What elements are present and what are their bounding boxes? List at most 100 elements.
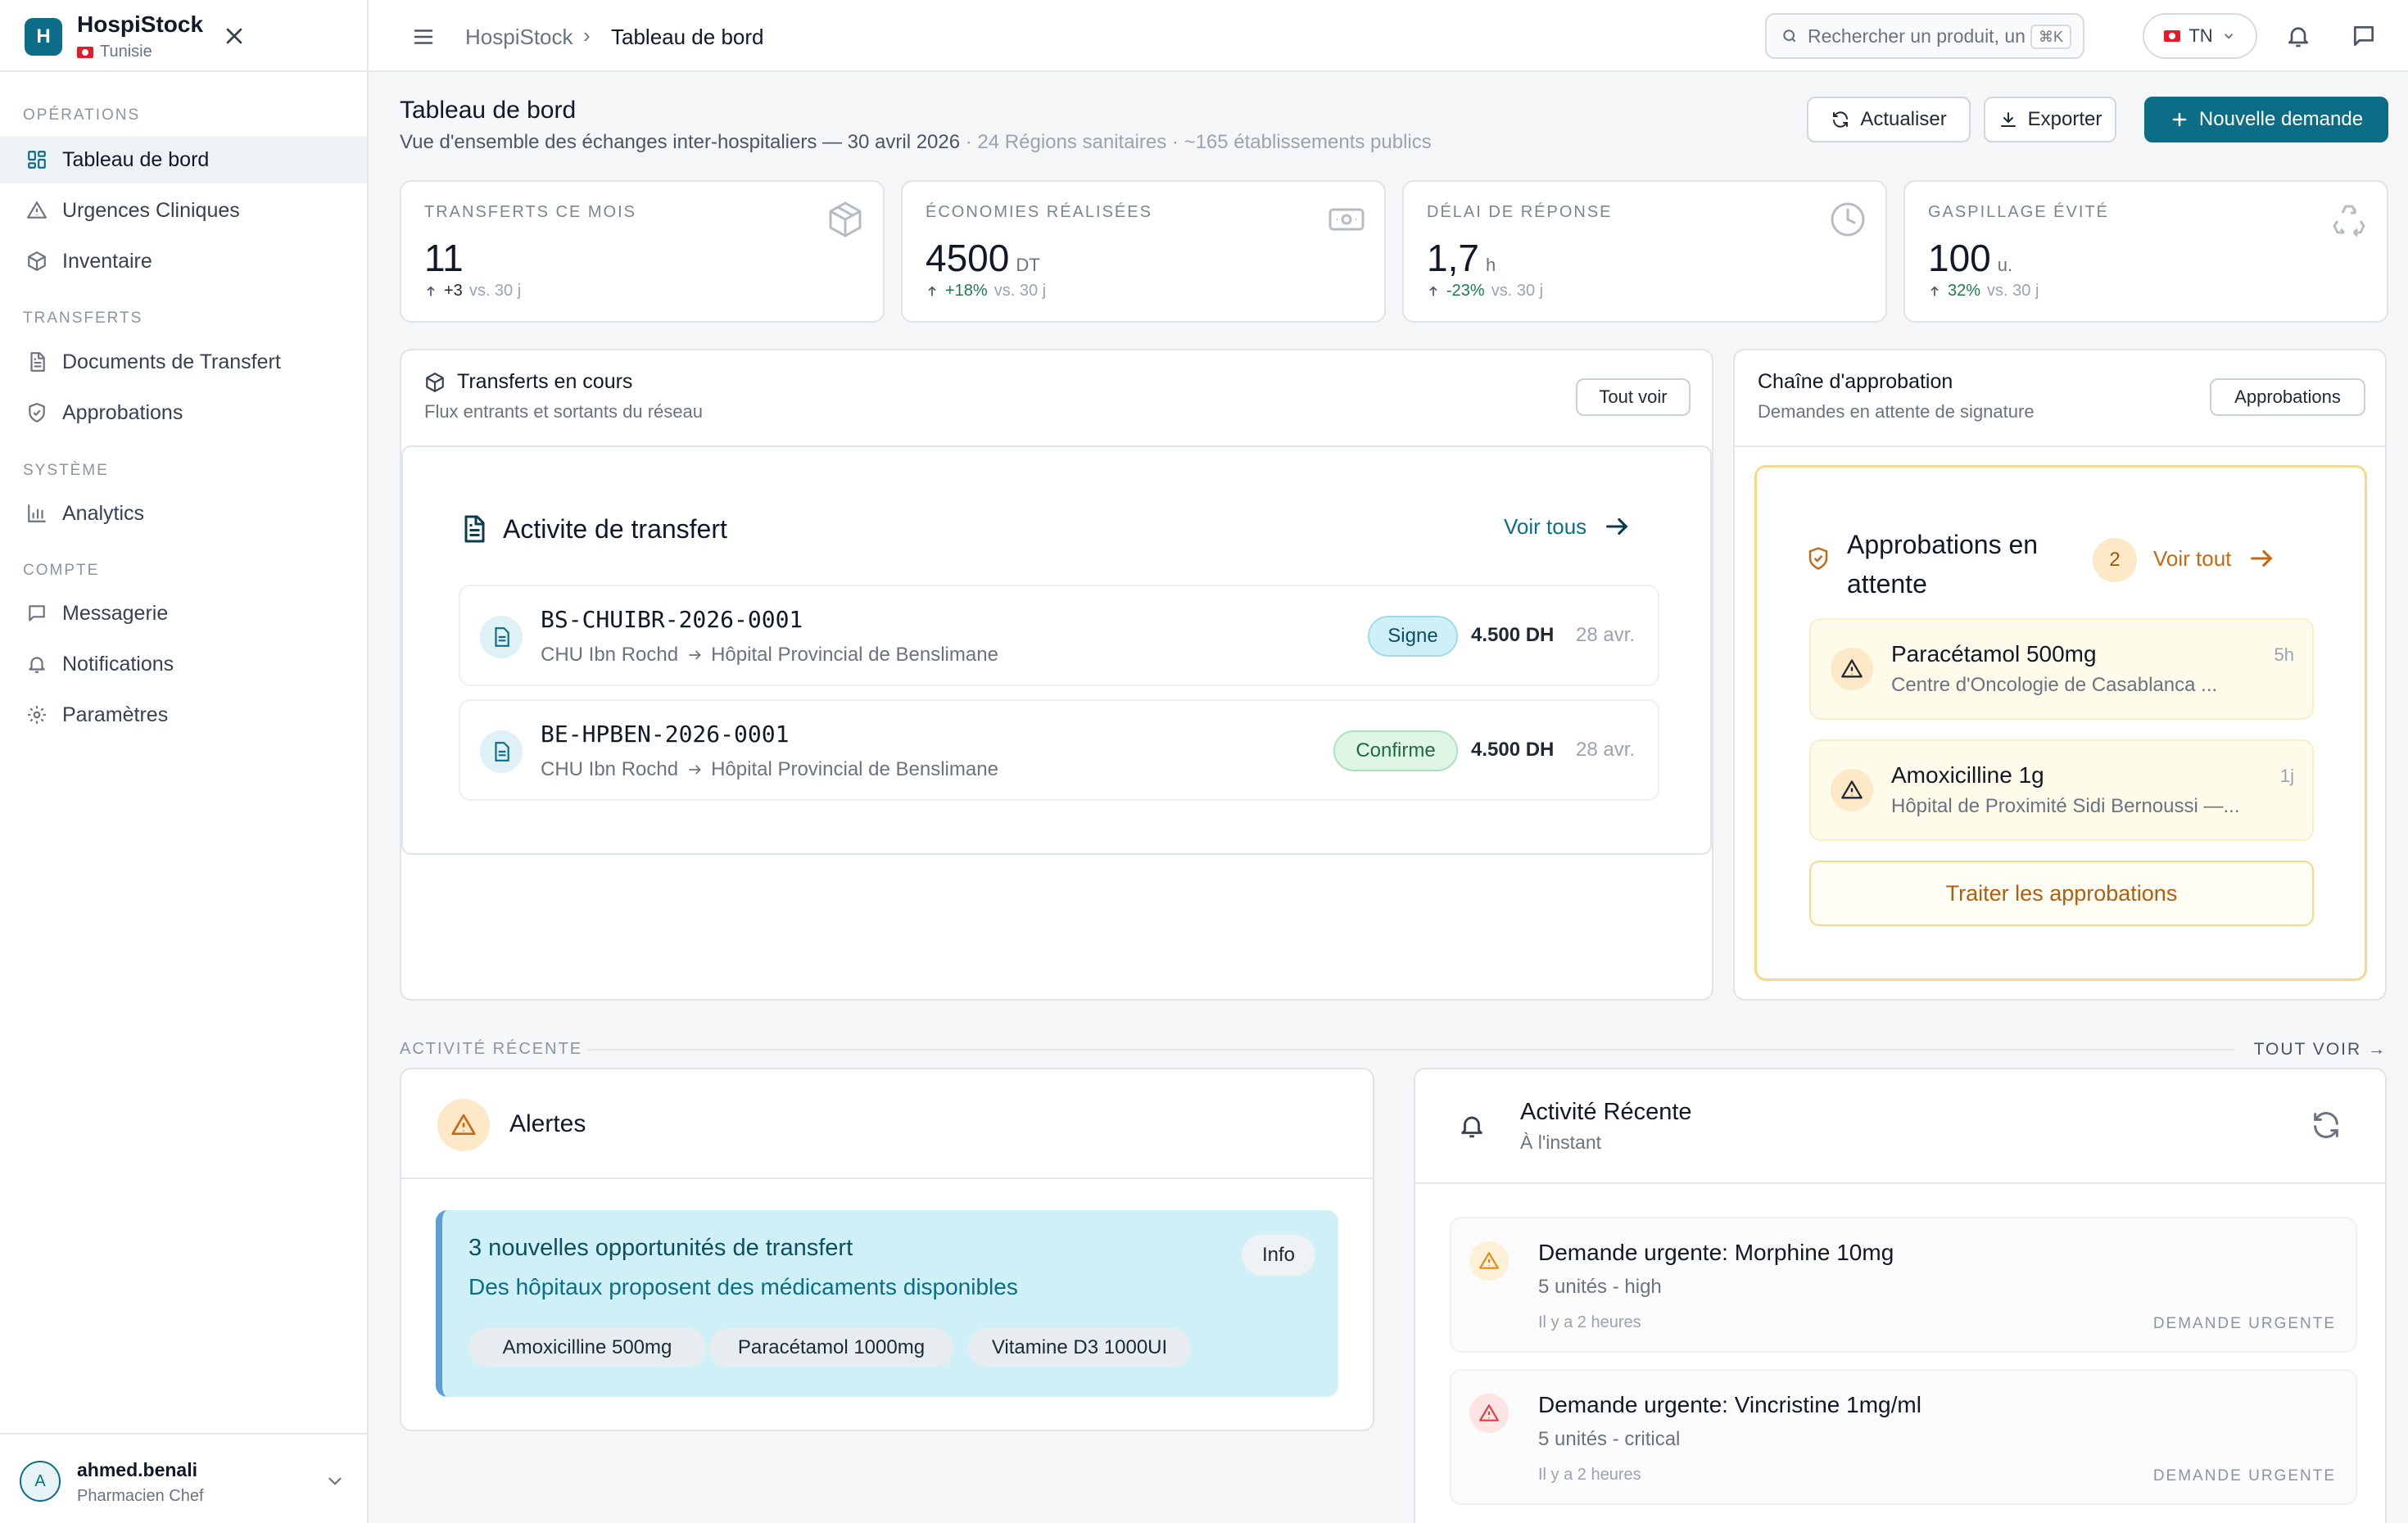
breadcrumb-root[interactable]: HospiStock [465,25,573,50]
kpi-card-gaspillage: GASPILLAGE ÉVITÉ 100 u. 32% vs. 30 j [1903,180,2388,323]
country-label: Tunisie [100,43,152,61]
bell-icon[interactable] [2285,23,2311,49]
approval-item[interactable]: Amoxicilline 1g Hôpital de Proximité Sid… [1809,739,2314,841]
arrow-right-icon [2251,549,2273,567]
activity-danger-icon [1469,1394,1509,1433]
sidebar: H HospiStock Tunisie OPÉRATIONS Tableau … [0,0,369,1523]
kpi-number: 1,7 [1427,237,1479,279]
export-label: Exporter [2027,108,2102,130]
tunisia-flag-icon [77,46,93,58]
sidebar-item-label: Urgences Cliniques [62,198,240,222]
recent-see-all-link[interactable]: TOUT VOIR → [2240,1040,2387,1060]
panel-divider [1415,1182,2385,1184]
kpi-unit: DT [1016,255,1040,275]
bell-icon [29,657,45,673]
kpi-delta: +18% [945,282,988,300]
approvals-see-all-link[interactable]: Voir tout [2153,545,2275,572]
transfers-panel: Transferts en cours Flux entrants et sor… [400,349,1713,1001]
new-request-button[interactable]: Nouvelle demande [2144,97,2388,142]
transfer-row[interactable]: BE-HPBEN-2026-0001 CHU Ibn Rochd Hôpital… [459,699,1659,801]
alerts-icon-badge [437,1099,490,1151]
export-button[interactable]: Exporter [1984,97,2116,142]
sidebar-item-parametres[interactable]: Paramètres [0,691,367,739]
approval-chain-panel: Chaîne d'approbation Demandes en attente… [1733,349,2387,1001]
arrow-right-icon [689,765,701,775]
arrow-up-icon [427,285,435,296]
transfer-row[interactable]: BS-CHUIBR-2026-0001 CHU Ibn Rochd Hôpita… [459,585,1659,686]
banknote-icon [1328,208,1365,231]
clock-icon [1831,202,1865,237]
alert-triangle-icon [1479,1252,1499,1269]
status-badge: Signe [1368,616,1458,657]
view-all-label: Voir tous [1504,513,1587,539]
nav-section-operations: OPÉRATIONS [23,106,141,124]
user-name: ahmed.benali [77,1459,197,1480]
medication-tag[interactable]: Amoxicilline 500mg [468,1328,706,1367]
see-all-label: Voir tout [2153,545,2232,571]
kpi-trend: -23% vs. 30 j [1427,282,1543,301]
process-approvals-button[interactable]: Traiter les approbations [1809,861,2314,926]
approval-time: 5h [2274,644,2294,665]
close-sidebar-icon[interactable] [221,23,247,49]
transfer-view-all-link[interactable]: Voir tous [1504,513,1631,540]
activity-item[interactable]: Demande urgente: Vincristine 1mg/ml 5 un… [1450,1369,2357,1505]
kpi-label: ÉCONOMIES RÉALISÉES [926,203,1152,221]
sidebar-item-approbations[interactable]: Approbations [0,389,367,436]
tunisia-flag-icon [2164,30,2181,42]
sidebar-item-inventaire[interactable]: Inventaire [0,237,367,285]
recent-activity-subtitle: À l'instant [1520,1132,1601,1153]
chevron-down-icon[interactable] [324,1471,346,1492]
page-subtitle: Vue d'ensemble des échanges inter-hospit… [400,131,1432,154]
sidebar-item-documents[interactable]: Documents de Transfert [0,338,367,386]
arrow-right-icon [689,650,701,660]
kpi-card-economies: ÉCONOMIES RÉALISÉES 4500 DT +18% vs. 30 j [901,180,1386,323]
pending-approvals-title: Approbations en attente [1847,525,2038,603]
transfer-to: Hôpital Provincial de Benslimane [711,644,998,666]
sidebar-item-analytics[interactable]: Analytics [0,490,367,537]
kpi-unit: u. [1997,255,2013,275]
transfers-see-all-button[interactable]: Tout voir [1576,378,1691,416]
arrow-right-icon [1606,517,1628,536]
activity-item[interactable]: Demande urgente: Morphine 10mg 5 unités … [1450,1217,2357,1353]
alert-triangle-icon [1841,659,1863,678]
language-selector[interactable]: TN [2143,13,2257,59]
refresh-icon[interactable] [2310,1109,2342,1141]
kpi-period: vs. 30 j [994,282,1047,300]
grid-icon [28,151,46,169]
alert-triangle-icon [27,201,47,219]
document-icon [30,352,45,372]
sidebar-item-messagerie[interactable]: Messagerie [0,590,367,637]
search-shortcut: ⌘K [2030,25,2071,49]
alert-opportunity-card[interactable]: 3 nouvelles opportunités de transfert De… [436,1210,1338,1397]
approval-chain-subtitle: Demandes en attente de signature [1758,401,2035,422]
recent-activity-label: ACTIVITÉ RÉCENTE [400,1040,596,1059]
transfer-from: CHU Ibn Rochd [541,644,679,666]
approval-time: 1j [2279,766,2294,786]
medication-tag[interactable]: Vitamine D3 1000UI [968,1328,1191,1367]
search-box[interactable]: ⌘K [1765,13,2084,59]
menu-icon[interactable] [411,25,436,49]
transfer-code: BE-HPBEN-2026-0001 [541,721,790,748]
approvals-button[interactable]: Approbations [2210,378,2365,416]
download-icon [2000,112,2016,127]
user-role: Pharmacien Chef [77,1487,204,1505]
topbar: HospiStock › Tableau de bord ⌘K TN [369,0,2408,72]
sidebar-item-notifications[interactable]: Notifications [0,640,367,688]
sidebar-item-label: Documents de Transfert [62,350,281,373]
message-icon[interactable] [2351,23,2377,49]
user-profile[interactable]: A ahmed.benali Pharmacien Chef [0,1433,367,1523]
sidebar-item-label: Inventaire [62,249,152,273]
refresh-button[interactable]: Actualiser [1807,97,1971,142]
sidebar-item-urgences[interactable]: Urgences Cliniques [0,187,367,234]
search-input[interactable] [1808,25,2037,47]
brand-header: H HospiStock Tunisie [0,0,367,72]
transfer-code: BS-CHUIBR-2026-0001 [541,606,803,633]
kpi-delta: -23% [1446,282,1485,300]
alert-triangle-icon [1479,1404,1499,1421]
transfer-amount: 4.500 DH [1471,739,1555,761]
sidebar-item-dashboard[interactable]: Tableau de bord [0,136,367,183]
approval-chain-title: Chaîne d'approbation [1758,370,1953,393]
transfer-activity-title: Activite de transfert [503,514,727,544]
medication-tag[interactable]: Paracétamol 1000mg [709,1328,953,1367]
approval-item[interactable]: Paracétamol 500mg Centre d'Oncologie de … [1809,618,2314,720]
